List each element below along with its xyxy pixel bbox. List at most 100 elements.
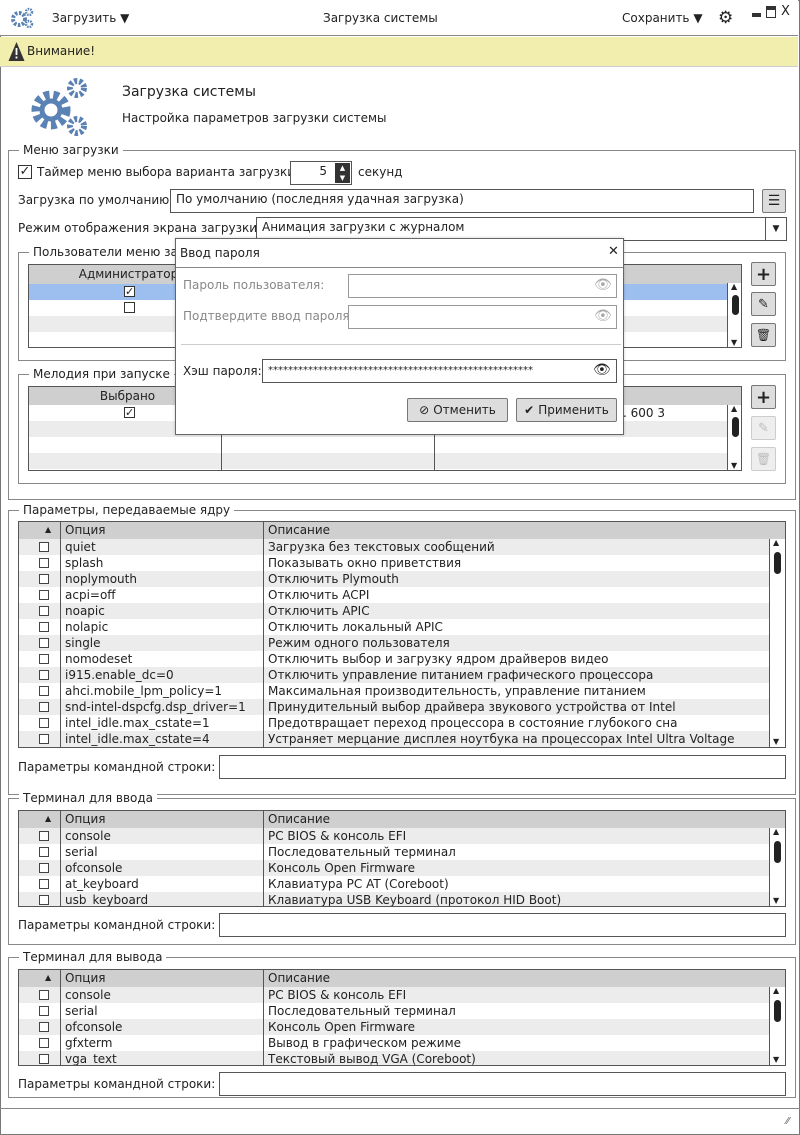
cmdline-input[interactable] (219, 913, 786, 937)
option-checkbox[interactable] (39, 590, 49, 600)
description-column-header[interactable]: Описание (264, 970, 764, 987)
option-checkbox[interactable] (39, 670, 49, 680)
option-checkbox[interactable] (39, 1038, 49, 1048)
sort-asc-icon[interactable]: ▲ (45, 814, 51, 823)
hash-field[interactable]: ****************************************… (262, 359, 617, 383)
timer-checkbox[interactable]: ✓ (18, 165, 32, 179)
table-row[interactable]: intel_idle.max_cstate=4 Устраняет мерцани… (19, 731, 769, 747)
option-checkbox[interactable] (39, 879, 49, 889)
maximize-button[interactable] (766, 6, 776, 18)
add-user-button[interactable]: + (751, 262, 776, 286)
admin-checkbox[interactable]: ✓ (124, 286, 135, 297)
table-row[interactable]: ofconsole Консоль Open Firmware (19, 1019, 769, 1035)
melody-row[interactable] (29, 437, 727, 453)
close-button[interactable]: X (781, 4, 790, 19)
table-row[interactable]: intel_idle.max_cstate=1 Предотвращает пер… (19, 715, 769, 731)
option-checkbox[interactable] (39, 1006, 49, 1016)
table-row[interactable]: vga_text Текстовый вывод VGA (Coreboot) (19, 1051, 769, 1065)
option-checkbox[interactable] (39, 718, 49, 728)
option-checkbox[interactable] (39, 831, 49, 841)
password-field[interactable] (348, 274, 617, 298)
table-row[interactable]: at_keyboard Клавиатура PC AT (Coreboot) (19, 876, 769, 892)
resize-grip-icon[interactable]: ⁄⁄ (786, 1116, 789, 1127)
table-row[interactable]: snd-intel-dspcfg.dsp_driver=1 Принудитель… (19, 699, 769, 715)
add-melody-button[interactable]: + (751, 385, 776, 409)
dialog-close-icon[interactable]: ✕ (608, 244, 619, 259)
table-row[interactable]: ahci.mobile_lpm_policy=1 Максимальная про… (19, 683, 769, 699)
option-checkbox[interactable] (39, 686, 49, 696)
eye-icon[interactable]: 👁 (593, 362, 611, 378)
table-row[interactable]: quiet Загрузка без текстовых сообщений (19, 539, 769, 555)
option-checkbox[interactable] (39, 574, 49, 584)
edit-melody-button[interactable]: ✎ (751, 416, 776, 440)
table-row[interactable]: serial Последовательный терминал (19, 1003, 769, 1019)
option-checkbox[interactable] (39, 638, 49, 648)
melody-scrollbar[interactable]: ▲ ▼ (727, 405, 741, 470)
option-column-header[interactable]: Опция (61, 811, 264, 828)
confirm-password-field[interactable] (348, 305, 617, 329)
users-scrollbar[interactable]: ▲ ▼ (727, 283, 741, 347)
melody-row[interactable] (29, 453, 727, 469)
option-checkbox[interactable] (39, 847, 49, 857)
table-row[interactable]: console PC BIOS & консоль EFI (19, 987, 769, 1003)
edit-user-button[interactable]: ✎ (751, 292, 776, 316)
table-row[interactable]: splash Показывать окно приветствия (19, 555, 769, 571)
table-row[interactable]: nolapic Отключить локальный APIC (19, 619, 769, 635)
default-boot-menu-button[interactable]: ☰ (762, 189, 786, 213)
apply-button[interactable]: ✔ Применить (516, 398, 617, 422)
table-row[interactable]: console PC BIOS & консоль EFI (19, 828, 769, 844)
sort-asc-icon[interactable]: ▲ (45, 973, 51, 982)
delete-user-button[interactable]: 🗑 (751, 323, 776, 347)
description-cell: Загрузка без текстовых сообщений (268, 540, 495, 554)
option-checkbox[interactable] (39, 1054, 49, 1064)
table-row[interactable]: acpi=off Отключить ACPI (19, 587, 769, 603)
option-checkbox[interactable] (39, 990, 49, 1000)
option-checkbox[interactable] (39, 895, 49, 905)
table-row[interactable]: noplymouth Отключить Plymouth (19, 571, 769, 587)
option-checkbox[interactable] (39, 558, 49, 568)
table-scrollbar[interactable]: ▲ ▼ (769, 539, 785, 747)
option-cell: serial (65, 845, 98, 859)
option-checkbox[interactable] (39, 606, 49, 616)
option-column-header[interactable]: Опция (61, 970, 264, 987)
option-checkbox[interactable] (39, 734, 49, 744)
chevron-down-icon[interactable]: ▼ (765, 218, 786, 240)
save-menu-label: Сохранить (622, 11, 690, 25)
table-row[interactable]: i915.enable_dc=0 Отключить управление пит… (19, 667, 769, 683)
table-row[interactable]: gfxterm Вывод в графическом режиме (19, 1035, 769, 1051)
option-checkbox[interactable] (39, 622, 49, 632)
admin-checkbox[interactable] (124, 302, 135, 313)
minimize-button[interactable] (752, 13, 761, 17)
description-column-header[interactable]: Описание (264, 811, 764, 828)
spin-arrows-icon[interactable]: ▲ ▼ (335, 163, 350, 183)
table-row[interactable]: nomodeset Отключить выбор и загрузку ядро… (19, 651, 769, 667)
save-menu-button[interactable]: Сохранить ▼ (622, 11, 703, 25)
table-row[interactable]: usb_keyboard Клавиатура USB Keyboard (про… (19, 892, 769, 906)
option-column-header[interactable]: Опция (61, 522, 264, 539)
delete-melody-button[interactable]: 🗑 (751, 447, 776, 471)
table-row[interactable]: serial Последовательный терминал (19, 844, 769, 860)
description-column-header[interactable]: Описание (264, 522, 764, 539)
cmdline-input[interactable] (219, 755, 786, 779)
option-checkbox[interactable] (39, 542, 49, 552)
table-scrollbar[interactable]: ▲ ▼ (769, 828, 785, 906)
table-row[interactable]: noapic Отключить APIC (19, 603, 769, 619)
option-checkbox[interactable] (39, 1022, 49, 1032)
option-checkbox[interactable] (39, 702, 49, 712)
settings-gear-icon[interactable]: ⚙ (718, 8, 733, 28)
load-menu-button[interactable]: Загрузить ▼ (52, 11, 129, 25)
eye-icon[interactable]: 👁 (594, 308, 612, 324)
eye-icon[interactable]: 👁 (594, 277, 612, 293)
option-cell: intel_idle.max_cstate=1 (65, 716, 210, 730)
sort-asc-icon[interactable]: ▲ (45, 525, 51, 534)
table-row[interactable]: ofconsole Консоль Open Firmware (19, 860, 769, 876)
selected-checkbox[interactable]: ✓ (124, 407, 135, 418)
table-scrollbar[interactable]: ▲ ▼ (769, 987, 785, 1065)
default-boot-field[interactable]: По умолчанию (последняя удачная загрузка… (170, 189, 754, 213)
option-checkbox[interactable] (39, 863, 49, 873)
option-checkbox[interactable] (39, 654, 49, 664)
cmdline-input[interactable] (219, 1072, 786, 1096)
table-row[interactable]: single Режим одного пользователя (19, 635, 769, 651)
cancel-button[interactable]: ⊘ Отменить (407, 398, 508, 422)
plus-icon: + (755, 386, 772, 408)
